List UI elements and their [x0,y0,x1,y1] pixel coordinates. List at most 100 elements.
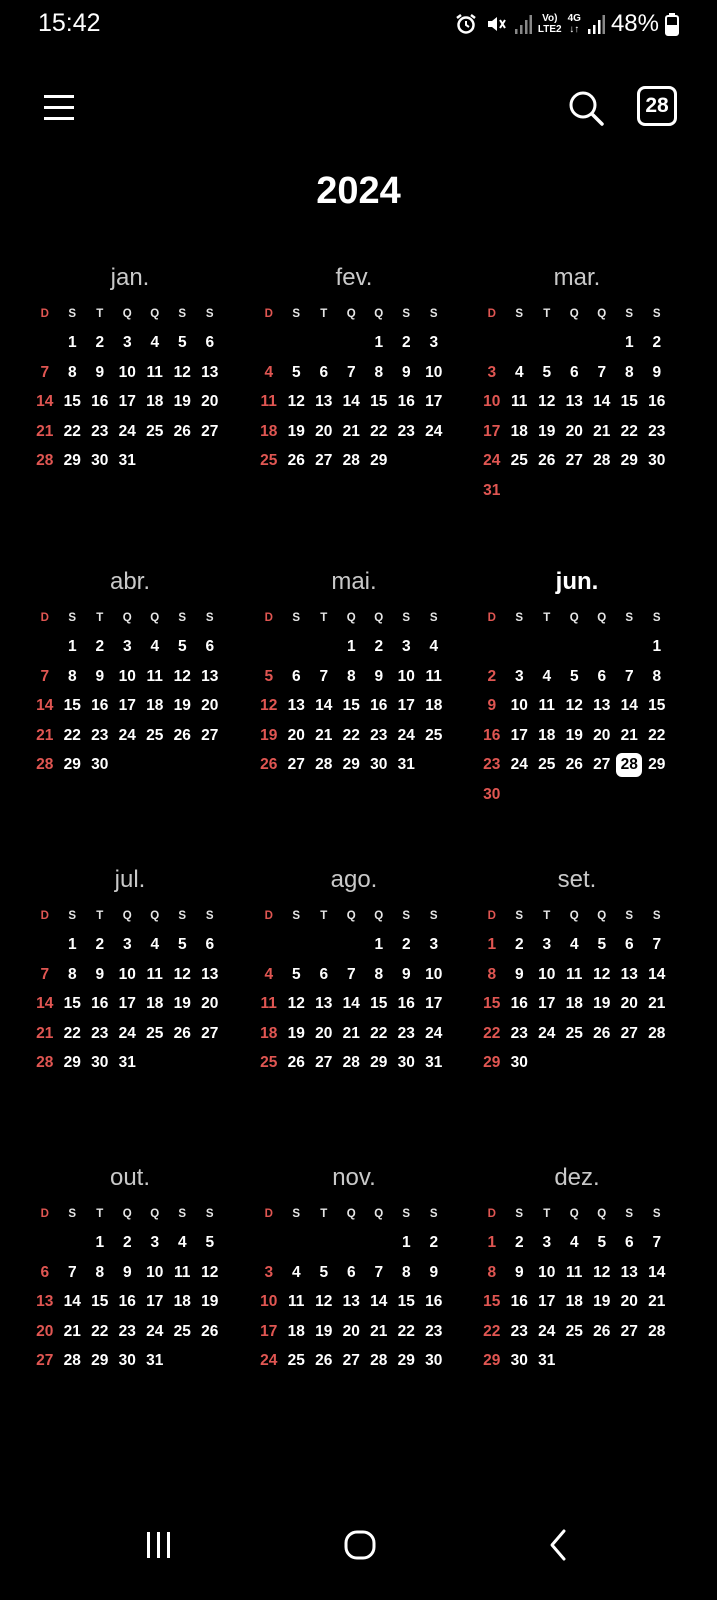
day-cell[interactable]: 26 [310,1346,338,1376]
day-cell[interactable]: 16 [393,989,421,1019]
day-cell[interactable]: 16 [506,1287,534,1317]
day-cell[interactable]: 28 [31,1048,59,1078]
day-cell[interactable]: 4 [506,358,534,388]
day-cell[interactable]: 12 [169,662,197,692]
day-cell[interactable]: 14 [616,691,644,721]
day-cell[interactable]: 23 [506,1317,534,1347]
day-cell[interactable]: 20 [196,387,224,417]
day-cell[interactable]: 3 [114,632,142,662]
day-cell[interactable]: 5 [561,662,589,692]
day-cell[interactable]: 8 [338,662,366,692]
day-cell[interactable]: 7 [31,960,59,990]
day-cell[interactable]: 24 [255,1346,283,1376]
day-cell[interactable]: 21 [31,721,59,751]
day-cell[interactable]: 17 [533,989,561,1019]
day-cell[interactable]: 29 [365,1048,393,1078]
day-cell[interactable]: 13 [196,960,224,990]
day-cell[interactable]: 20 [196,989,224,1019]
day-cell[interactable]: 30 [506,1048,534,1078]
day-cell[interactable]: 29 [616,446,644,476]
day-cell[interactable]: 2 [86,632,114,662]
day-cell[interactable]: 1 [478,930,506,960]
day-cell[interactable]: 18 [255,1019,283,1049]
day-cell[interactable]: 4 [561,1228,589,1258]
day-cell[interactable]: 8 [365,358,393,388]
day-cell[interactable]: 30 [506,1346,534,1376]
day-cell[interactable]: 12 [196,1258,224,1288]
day-cell[interactable]: 19 [283,417,311,447]
day-cell[interactable]: 1 [616,328,644,358]
day-cell[interactable]: 4 [255,358,283,388]
day-cell[interactable]: 14 [59,1287,87,1317]
day-cell[interactable]: 16 [365,691,393,721]
day-cell[interactable]: 18 [533,721,561,751]
day-cell[interactable]: 27 [196,417,224,447]
day-cell[interactable]: 21 [59,1317,87,1347]
day-cell[interactable]: 6 [283,662,311,692]
day-cell[interactable]: 24 [478,446,506,476]
day-cell[interactable]: 11 [255,989,283,1019]
day-cell[interactable]: 15 [59,691,87,721]
day-cell[interactable]: 24 [114,417,142,447]
day-cell[interactable]: 6 [616,1228,644,1258]
day-cell[interactable]: 23 [86,721,114,751]
day-cell[interactable]: 31 [420,1048,448,1078]
day-cell[interactable]: 18 [141,691,169,721]
day-cell[interactable]: 14 [643,1258,671,1288]
day-cell[interactable]: 13 [616,1258,644,1288]
day-cell[interactable]: 21 [643,1287,671,1317]
day-cell[interactable]: 18 [506,417,534,447]
day-cell[interactable]: 20 [196,691,224,721]
day-cell[interactable]: 7 [338,358,366,388]
day-cell[interactable]: 22 [59,1019,87,1049]
day-cell[interactable]: 22 [393,1317,421,1347]
day-cell[interactable]: 3 [420,328,448,358]
day-cell[interactable]: 1 [393,1228,421,1258]
day-cell[interactable]: 9 [86,960,114,990]
day-cell[interactable]: 10 [478,387,506,417]
day-cell[interactable]: 26 [255,750,283,780]
month-ago[interactable]: ago. D S T Q Q S S 1 2 3 4 5 6 7 8 9 10 11 12 13 14 15 16 17 18 19… [254,860,454,1078]
day-cell[interactable]: 7 [643,930,671,960]
day-cell[interactable]: 8 [59,358,87,388]
day-cell[interactable]: 3 [393,632,421,662]
day-cell[interactable]: 13 [283,691,311,721]
day-cell[interactable]: 4 [169,1228,197,1258]
day-cell[interactable]: 1 [338,632,366,662]
home-button[interactable] [340,1526,380,1566]
day-cell[interactable]: 22 [338,721,366,751]
day-cell[interactable]: 18 [561,989,589,1019]
day-cell[interactable]: 26 [588,1019,616,1049]
day-cell[interactable]: 3 [478,358,506,388]
day-cell[interactable]: 3 [506,662,534,692]
day-cell[interactable]: 13 [588,691,616,721]
day-cell[interactable]: 20 [561,417,589,447]
search-button[interactable] [564,86,608,130]
day-cell[interactable]: 21 [31,1019,59,1049]
month-nov[interactable]: nov. D S T Q Q S S 1 2 3 4 5 6 7 8 9 10 11 12 13 14 15 16 17 18 19… [254,1158,454,1376]
day-cell[interactable]: 17 [255,1317,283,1347]
day-cell[interactable]: 17 [114,989,142,1019]
day-cell[interactable]: 30 [643,446,671,476]
day-cell[interactable]: 15 [59,989,87,1019]
day-cell[interactable]: 3 [533,1228,561,1258]
day-cell[interactable]: 6 [616,930,644,960]
day-cell[interactable]: 29 [393,1346,421,1376]
day-cell[interactable]: 16 [114,1287,142,1317]
month-dez[interactable]: dez. D S T Q Q S S 1 2 3 4 5 6 7 8 9 10 11 12 13 14 15 16 17 18 19… [477,1158,677,1376]
day-cell[interactable]: 27 [31,1346,59,1376]
day-cell[interactable]: 6 [196,328,224,358]
day-cell[interactable]: 2 [365,632,393,662]
day-cell[interactable]: 14 [643,960,671,990]
day-cell[interactable]: 20 [616,989,644,1019]
day-cell[interactable]: 7 [616,662,644,692]
day-cell[interactable]: 14 [31,387,59,417]
day-cell[interactable]: 8 [616,358,644,388]
day-cell[interactable]: 31 [393,750,421,780]
day-cell[interactable]: 29 [59,1048,87,1078]
day-cell[interactable]: 8 [643,662,671,692]
day-cell[interactable]: 9 [86,662,114,692]
day-cell[interactable]: 31 [141,1346,169,1376]
day-cell[interactable]: 3 [533,930,561,960]
day-cell[interactable]: 21 [338,417,366,447]
